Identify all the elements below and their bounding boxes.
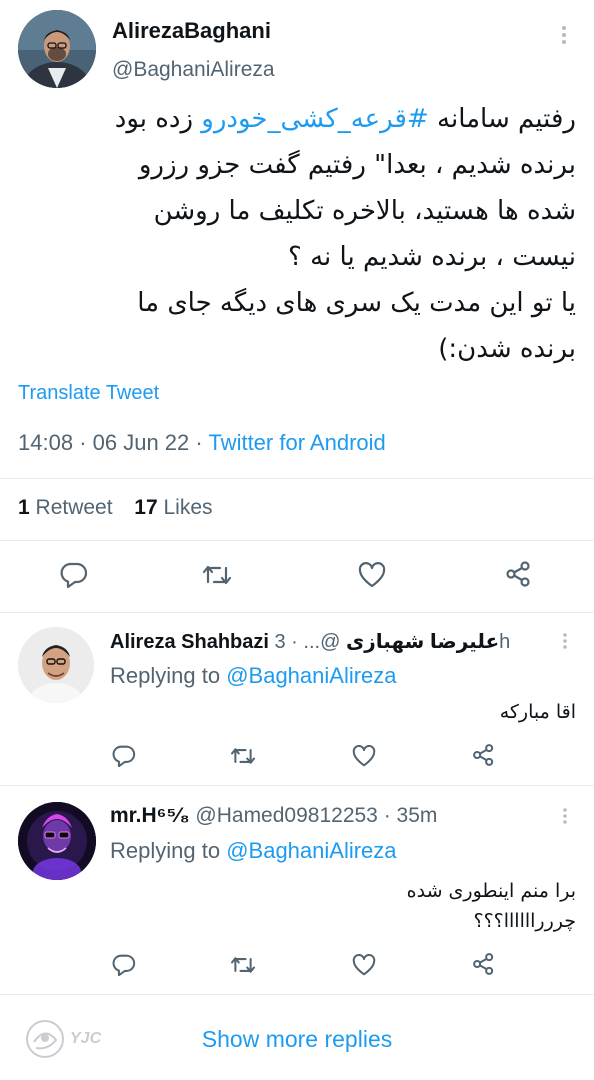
- reply-text: برا منم اینطوری شده چررراااااا؟؟؟: [110, 876, 576, 936]
- divider: [0, 540, 594, 541]
- likes-stat[interactable]: 17 Likes: [134, 496, 212, 519]
- tweet-text-line: برنده شدیم ، بعدا" رفتیم گفت جزو رزرو: [138, 150, 576, 180]
- reply-header: mr.H⁶⁵⁄₈ @Hamed09812253 · 35m: [110, 804, 437, 828]
- tweet-timestamp: 14:08 · 06 Jun 22 · Twitter for Android: [18, 430, 386, 456]
- reply-icon[interactable]: [112, 954, 136, 976]
- retweet-count: 1: [18, 496, 30, 519]
- tweet-text-line: شده ها هستید، بالاخره تکلیف ما روشن: [153, 196, 576, 226]
- more-icon[interactable]: [558, 24, 570, 46]
- reply-item[interactable]: mr.H⁶⁵⁄₈ @Hamed09812253 · 35m Replying t…: [0, 786, 594, 994]
- retweet-stat[interactable]: 1 Retweet: [18, 496, 113, 519]
- hashtag-link[interactable]: #قرعه_کشی_خودرو: [201, 104, 428, 134]
- reply-icon[interactable]: [112, 745, 136, 767]
- replying-prefix: Replying to: [110, 838, 221, 863]
- likes-label: Likes: [163, 496, 213, 519]
- tweet-text-line: یا تو این مدت یک سری های دیگه جای ما: [137, 288, 576, 318]
- replying-prefix: Replying to: [110, 663, 221, 688]
- tweet-text: رفتیم سامانه #قرعه_کشی_خودرو زده بود برن…: [10, 96, 576, 372]
- reply-author-name[interactable]: mr.H⁶⁵⁄₈: [110, 804, 190, 827]
- reply-header: Alireza Shahbazi علیرضا شهبازی @... · 3h: [110, 629, 510, 654]
- reply-avatar[interactable]: [18, 627, 94, 703]
- share-icon[interactable]: [472, 952, 496, 976]
- reply-avatar[interactable]: [18, 802, 96, 880]
- replying-handle[interactable]: @BaghaniAlireza: [226, 663, 396, 688]
- divider: [0, 478, 594, 479]
- author-avatar[interactable]: [18, 10, 96, 88]
- separator-dot: ·: [195, 430, 203, 455]
- translate-tweet-link[interactable]: Translate Tweet: [18, 382, 159, 405]
- show-more-replies-button[interactable]: Show more replies: [0, 1026, 594, 1053]
- reply-item[interactable]: Alireza Shahbazi علیرضا شهبازی @... · 3h…: [0, 613, 594, 785]
- tweet-text-line: برنده شدن:): [438, 334, 576, 364]
- like-icon[interactable]: [352, 954, 376, 976]
- tweet-client-link[interactable]: Twitter for Android: [208, 430, 385, 455]
- reply-text-line: اقا مبارکه: [499, 701, 576, 723]
- separator-dot: ·: [79, 430, 87, 455]
- retweet-label: Retweet: [35, 496, 113, 519]
- replying-to: Replying to @BaghaniAlireza: [110, 838, 397, 864]
- more-icon[interactable]: [560, 631, 570, 651]
- reply-text-line: برا منم اینطوری شده: [406, 880, 576, 902]
- author-name[interactable]: AlirezaBaghani: [112, 18, 271, 44]
- tweet-text-line: نیست ، برنده شدیم یا نه ؟: [288, 242, 576, 272]
- reply-text: اقا مبارکه: [110, 701, 576, 723]
- retweet-icon[interactable]: [230, 745, 256, 767]
- tweet-stats: 1 Retweet 17 Likes: [18, 496, 213, 520]
- author-handle[interactable]: @BaghaniAlireza: [112, 58, 275, 82]
- tweet-text-segment: رفتیم سامانه: [428, 104, 576, 134]
- retweet-icon[interactable]: [202, 562, 232, 588]
- like-icon[interactable]: [352, 745, 376, 767]
- like-icon[interactable]: [358, 562, 386, 588]
- tweet-date[interactable]: 06 Jun 22: [93, 430, 190, 455]
- tweet-time: 14:08: [18, 430, 74, 455]
- reply-meta: @Hamed09812253 · 35m: [195, 804, 438, 827]
- share-icon[interactable]: [505, 560, 533, 588]
- more-icon[interactable]: [560, 806, 570, 826]
- divider: [0, 994, 594, 995]
- retweet-icon[interactable]: [230, 954, 256, 976]
- tweet-text-segment: زده بود: [114, 104, 202, 134]
- likes-count: 17: [134, 496, 158, 519]
- reply-icon[interactable]: [60, 562, 88, 588]
- share-icon[interactable]: [472, 743, 496, 767]
- replying-to: Replying to @BaghaniAlireza: [110, 663, 397, 689]
- tweet-text-line: رفتیم سامانه #قرعه_کشی_خودرو زده بود: [10, 96, 576, 142]
- replying-handle[interactable]: @BaghaniAlireza: [226, 838, 396, 863]
- reply-text-line: چررراااااا؟؟؟: [473, 910, 576, 932]
